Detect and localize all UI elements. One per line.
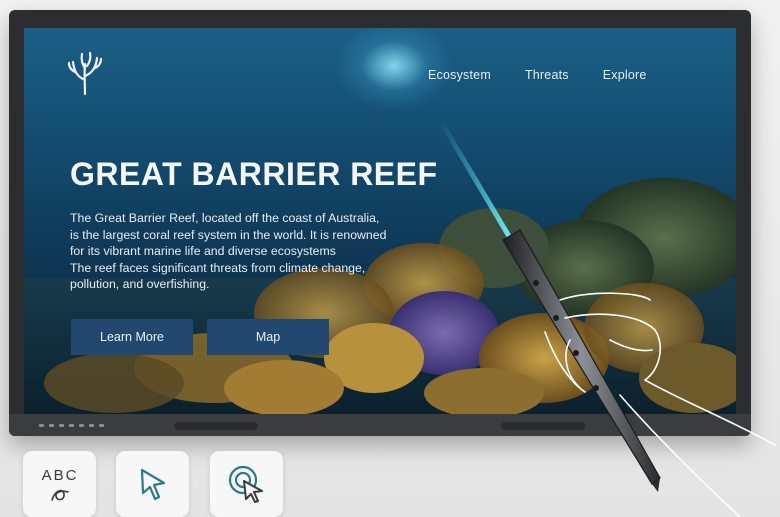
pointer-tool-button[interactable]: [116, 451, 189, 517]
map-button[interactable]: Map: [207, 319, 329, 355]
speaker-grille: [501, 422, 585, 430]
description: The Great Barrier Reef, located off the …: [70, 210, 440, 293]
nav-ecosystem[interactable]: Ecosystem: [428, 68, 491, 82]
nav-threats[interactable]: Threats: [525, 68, 569, 82]
touch-cursor-icon: [228, 465, 263, 503]
learn-more-button[interactable]: Learn More: [71, 319, 193, 355]
display-screen: Ecosystem Threats Explore GREAT BARRIER …: [24, 28, 736, 416]
main-nav: Ecosystem Threats Explore: [428, 68, 647, 82]
description-line: is the largest coral reef system in the …: [70, 227, 387, 242]
handwriting-icon: ABC: [41, 467, 78, 501]
description-line: The Great Barrier Reef, located off the …: [70, 211, 380, 225]
description-line: The reef faces significant threats from …: [70, 260, 366, 275]
hardware-buttons[interactable]: [39, 421, 104, 429]
cursor-arrow-icon: [140, 468, 165, 501]
interactive-display: Ecosystem Threats Explore GREAT BARRIER …: [9, 10, 751, 436]
handwriting-tool-label: ABC: [41, 467, 78, 484]
touch-select-tool-button[interactable]: [210, 451, 283, 517]
handwriting-tool-button[interactable]: ABC: [23, 451, 96, 517]
speaker-grille: [174, 422, 258, 430]
nav-explore[interactable]: Explore: [603, 68, 647, 82]
page-title: GREAT BARRIER REEF: [70, 156, 438, 192]
coral-icon[interactable]: [66, 50, 104, 96]
bottom-bezel: [9, 414, 751, 436]
description-line: for its vibrant marine life and diverse …: [70, 244, 336, 259]
description-line: pollution, and overfishing.: [70, 277, 210, 292]
